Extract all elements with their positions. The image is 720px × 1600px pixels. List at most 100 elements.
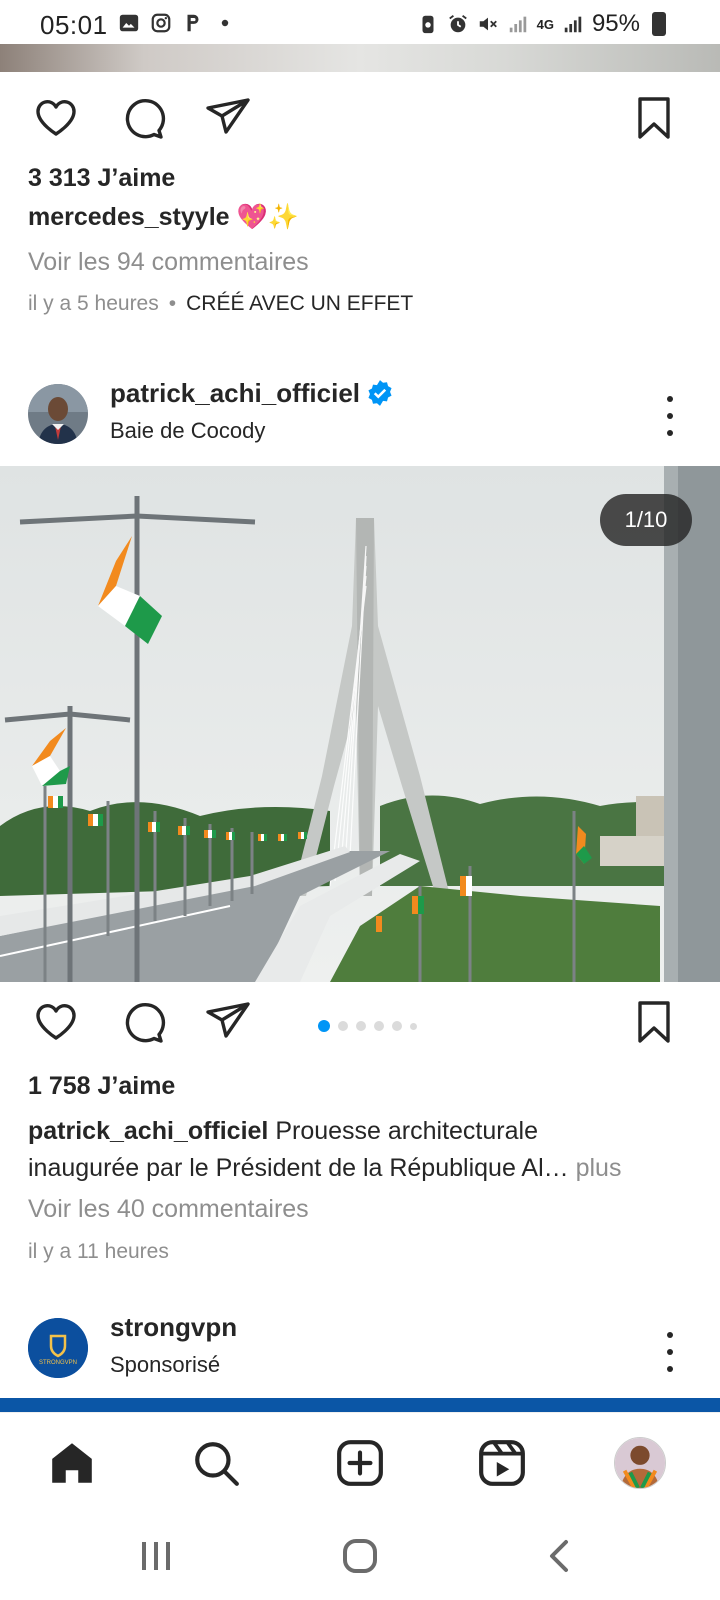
battery-icon [652,12,666,36]
previous-post-time: il y a 5 heures [28,292,159,315]
nav-profile[interactable] [612,1435,668,1491]
carousel-dot [374,1021,384,1031]
save-button[interactable] [628,996,680,1048]
dot [667,1349,673,1355]
send-icon [206,98,250,134]
previous-post-username[interactable]: mercedes_styyle [28,203,230,231]
dot [667,413,673,419]
gallery-icon [119,14,139,32]
notification-dot-icon [221,19,229,27]
comment-button[interactable] [116,92,168,144]
carousel-indicator [318,1020,417,1032]
nav-home[interactable] [44,1435,100,1491]
sponsored-options-button[interactable] [658,1332,682,1372]
p-icon [187,14,199,32]
previous-post-image[interactable] [0,44,720,72]
status-notification-icons [118,12,236,34]
home-icon [52,1443,92,1483]
like-button[interactable] [30,92,82,144]
status-bar: 05:01 4G 95% [0,0,720,48]
carousel-dot [410,1022,417,1030]
post-time: il y a 11 heures [28,1240,169,1263]
mute-icon [479,17,497,31]
comment-button[interactable] [116,996,168,1048]
sponsored-media-edge[interactable] [0,1398,720,1412]
battery-saver-icon [422,15,434,34]
profile-avatar [614,1437,666,1489]
status-system-icons: 4G 95% [417,10,666,38]
post-image-carousel[interactable]: 1/10 [0,466,720,982]
bottom-navigation [0,1412,720,1512]
battery-percent: 95% [591,10,640,37]
bookmark-icon [638,1001,670,1043]
post-header: patrick_achi_officiel Baie de Cocody [0,376,720,456]
previous-post-meta: il y a 5 heures • CRÉÉ AVEC UN EFFET [28,292,413,316]
sponsor-logo-text: STRONGVPN [39,1360,77,1366]
nav-create[interactable] [332,1435,388,1491]
heart-icon [36,100,76,136]
previous-post-caption-emoji: 💖✨ [236,203,299,231]
caption-username[interactable]: patrick_achi_officiel [28,1117,268,1145]
caption-text-line-2: inaugurée par le Président de la Républi… [28,1154,544,1182]
effect-label[interactable]: CRÉÉ AVEC UN EFFET [186,292,413,315]
profile-avatar-image [615,1438,665,1488]
post-likes[interactable]: 1 758 J’aime [28,1072,175,1101]
sponsored-label: Sponsorisé [110,1352,221,1377]
dot [667,1332,673,1338]
network-type: 4G [536,16,554,32]
signal-icon [564,16,582,33]
home-circle-icon [343,1539,377,1573]
post-comments-link[interactable]: Voir les 40 commentaires [28,1195,309,1224]
caption-ellipsis: … [543,1154,569,1182]
instagram-icon [151,13,171,33]
post-username[interactable]: patrick_achi_officiel [110,378,360,408]
post-options-button[interactable] [658,396,682,436]
heart-icon [36,1004,76,1040]
bridge-photo [0,466,720,982]
carousel-counter: 1/10 [600,494,692,546]
send-icon [206,1002,250,1038]
back-icon [550,1540,568,1572]
share-button[interactable] [202,92,254,144]
previous-post-caption: mercedes_styyle 💖✨ [28,203,299,232]
nav-search[interactable] [188,1435,244,1491]
signal-icon [509,16,526,33]
caption-more-link[interactable]: plus [569,1154,622,1182]
recent-apps-icon [142,1542,170,1570]
recent-apps-button[interactable] [132,1534,180,1578]
reels-icon [479,1440,525,1486]
post-username-row: patrick_achi_officiel [110,378,394,409]
like-button[interactable] [30,996,82,1048]
dot [667,1366,673,1372]
author-portrait [28,384,88,444]
share-button[interactable] [202,996,254,1048]
alarm-icon [448,15,467,33]
verified-badge-icon [368,380,392,406]
carousel-dot [392,1021,402,1031]
search-icon [195,1442,239,1486]
comment-icon [125,98,166,139]
create-icon [337,1440,383,1486]
post-location[interactable]: Baie de Cocody [110,418,265,444]
sponsor-avatar[interactable]: STRONGVPN [28,1318,88,1378]
nav-reels[interactable] [474,1435,530,1491]
save-button[interactable] [628,92,680,144]
status-time: 05:01 [40,10,108,40]
home-system-button[interactable] [336,1534,384,1578]
back-button[interactable] [536,1534,584,1578]
carousel-dot [356,1021,366,1031]
bookmark-icon [638,97,670,139]
previous-post-comments-link[interactable]: Voir les 94 commentaires [28,248,309,277]
previous-post-likes[interactable]: 3 313 J’aime [28,164,175,193]
comment-icon [125,1002,166,1043]
caption-text-line-1: Prouesse architecturale [268,1117,538,1145]
strongvpn-logo: STRONGVPN [28,1318,88,1378]
sponsored-post-header: STRONGVPN strongvpn Sponsorisé [0,1312,720,1392]
post-author-avatar[interactable] [28,384,88,444]
dot [667,396,673,402]
sponsor-username[interactable]: strongvpn [110,1312,237,1343]
post-caption[interactable]: patrick_achi_officiel Prouesse architect… [28,1113,708,1187]
system-navigation-bar [0,1512,720,1600]
meta-separator: • [168,292,177,315]
carousel-dot [338,1021,348,1031]
